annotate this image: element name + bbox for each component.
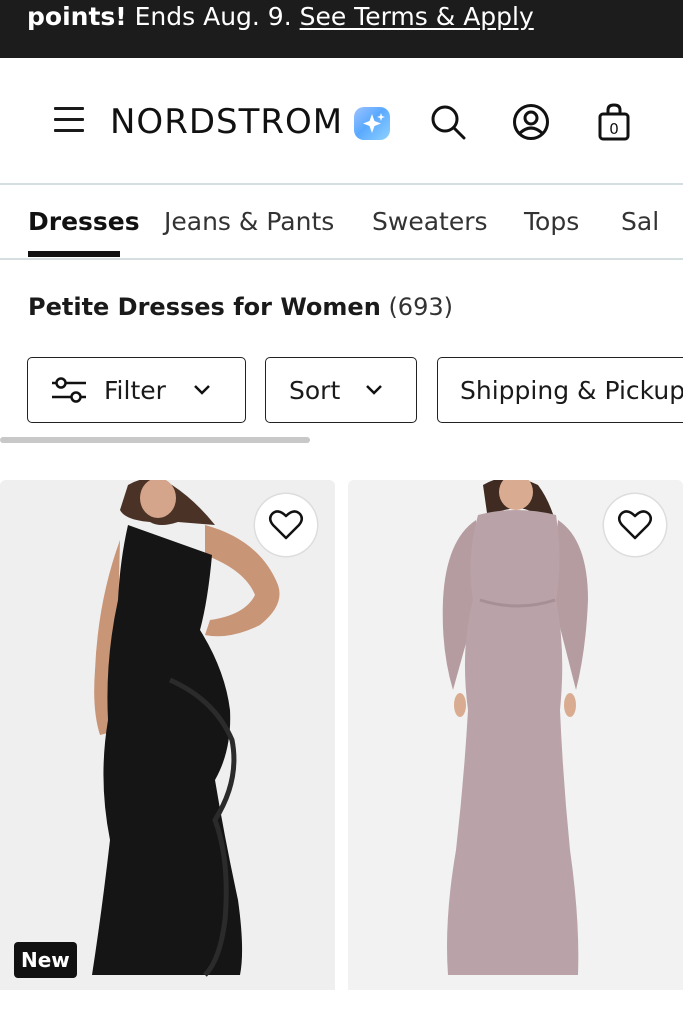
product-image xyxy=(0,480,335,990)
card-footer xyxy=(0,990,335,1024)
tab-jeans-pants[interactable]: Jeans & Pants xyxy=(164,207,334,236)
heart-icon[interactable] xyxy=(255,494,317,556)
page-title-text: Petite Dresses for Women xyxy=(28,293,381,321)
sort-button[interactable]: Sort xyxy=(265,357,417,423)
tab-sale[interactable]: Sal xyxy=(621,207,659,236)
promo-bold: points! xyxy=(27,2,127,31)
product-image xyxy=(348,480,683,990)
tab-dresses[interactable]: Dresses xyxy=(28,207,140,236)
product-card[interactable]: New xyxy=(0,480,335,1024)
bag-count: 0 xyxy=(609,120,619,138)
bag-icon[interactable]: 0 xyxy=(594,102,634,142)
shipping-pickup-button[interactable]: Shipping & Pickup xyxy=(437,357,683,423)
chevron-down-icon xyxy=(194,385,210,395)
new-badge: New xyxy=(14,942,77,978)
chevron-down-icon xyxy=(366,385,383,395)
filter-label: Filter xyxy=(104,375,166,405)
promo-text: Ends Aug. 9. xyxy=(126,2,300,31)
active-tab-indicator xyxy=(28,251,120,257)
filter-scrollbar[interactable] xyxy=(0,437,310,443)
site-header: NORDSTROM 0 xyxy=(0,58,683,185)
tab-sweaters[interactable]: Sweaters xyxy=(372,207,488,236)
product-card[interactable] xyxy=(348,480,683,1024)
terms-link[interactable]: See Terms & Apply xyxy=(300,2,534,31)
account-icon[interactable] xyxy=(511,102,551,142)
tab-tops[interactable]: Tops xyxy=(524,207,579,236)
heart-icon[interactable] xyxy=(604,494,666,556)
sparkle-icon[interactable] xyxy=(354,107,390,140)
result-count: (693) xyxy=(388,293,453,321)
shipping-label: Shipping & Pickup xyxy=(460,375,683,405)
filter-button[interactable]: Filter xyxy=(27,357,246,423)
promo-banner: points! Ends Aug. 9. See Terms & Apply xyxy=(0,0,683,58)
page-title: Petite Dresses for Women (693) xyxy=(28,293,453,321)
sort-label: Sort xyxy=(289,375,341,405)
card-footer xyxy=(348,990,683,1024)
menu-icon[interactable] xyxy=(52,105,86,135)
search-icon[interactable] xyxy=(428,102,468,142)
sliders-icon xyxy=(52,377,86,403)
nordstrom-logo[interactable]: NORDSTROM xyxy=(110,102,343,142)
category-tabs: Dresses Jeans & Pants Sweaters Tops Sal xyxy=(0,185,683,260)
